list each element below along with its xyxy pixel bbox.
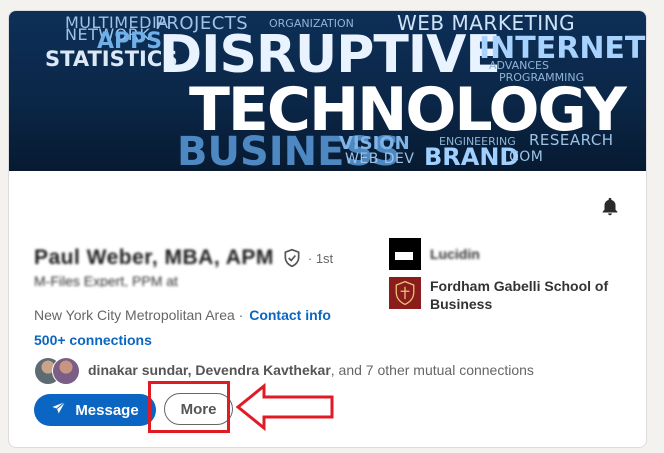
message-label: Message bbox=[75, 401, 139, 419]
location-text: New York City Metropolitan Area · bbox=[34, 307, 244, 323]
connections-link[interactable]: 500+ connections bbox=[34, 332, 152, 348]
mutual-rest: , and 7 other mutual connections bbox=[330, 362, 534, 378]
connection-degree: · 1st bbox=[307, 250, 334, 266]
profile-name: Paul Weber, MBA, APM bbox=[34, 246, 274, 269]
education-item[interactable]: Fordham Gabelli School of Business bbox=[389, 277, 620, 313]
banner-word: STATISTICS bbox=[45, 47, 178, 71]
shield-check-icon[interactable] bbox=[282, 248, 302, 268]
name-row: Paul Weber, MBA, APM · 1st bbox=[34, 244, 333, 272]
avatar bbox=[52, 357, 80, 385]
mutual-names: dinakar sundar, Devendra Kavthekar bbox=[88, 362, 331, 378]
fordham-crest-icon bbox=[389, 277, 421, 309]
education-item[interactable]: Lucidin bbox=[389, 238, 480, 270]
contact-info-link[interactable]: Contact info bbox=[249, 307, 331, 323]
message-button[interactable]: Message bbox=[34, 394, 156, 426]
banner-word: COM bbox=[509, 149, 544, 165]
mutual-avatars bbox=[34, 357, 80, 385]
mutual-connections[interactable]: dinakar sundar, Devendra Kavthekar , and… bbox=[34, 357, 534, 385]
education-name: Fordham Gabelli School of Business bbox=[430, 278, 609, 312]
profile-headline: M-Files Expert, PPM at bbox=[34, 273, 178, 287]
banner-word: ENGINEERING bbox=[439, 135, 516, 148]
annotation-highlight-box bbox=[148, 381, 230, 433]
banner-word: WEB DEV bbox=[345, 151, 415, 167]
location-row: New York City Metropolitan Area · Contac… bbox=[34, 307, 331, 323]
send-icon bbox=[51, 400, 67, 420]
cover-banner: MULTIMEDIA NETWORK PROJECTS ORGANIZATION… bbox=[9, 11, 646, 171]
education-name: Lucidin bbox=[430, 246, 480, 262]
banner-word: RESEARCH bbox=[529, 131, 614, 149]
bell-icon[interactable] bbox=[599, 196, 621, 218]
company-logo bbox=[389, 238, 421, 270]
annotation-arrow-icon bbox=[235, 382, 334, 432]
